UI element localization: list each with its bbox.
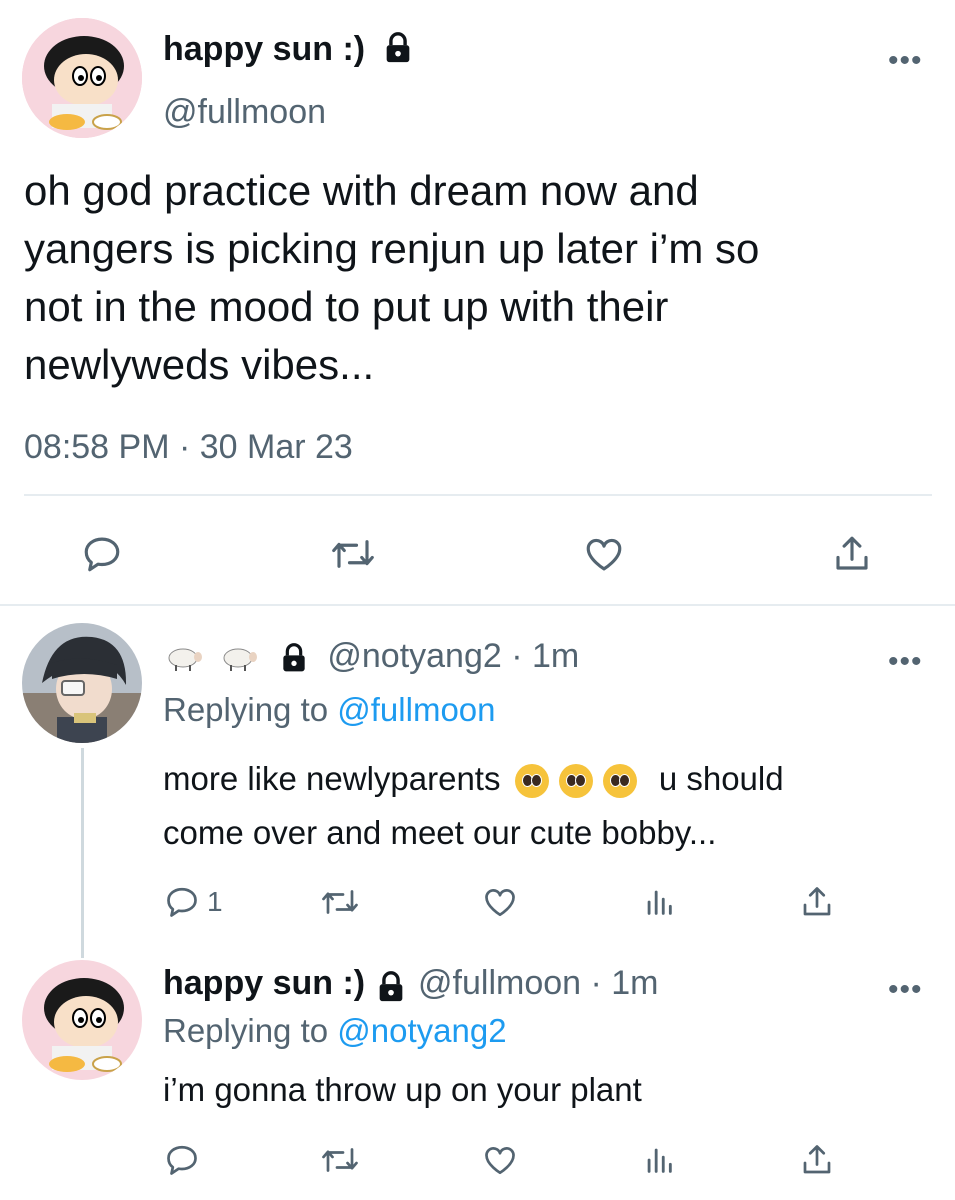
share-icon xyxy=(836,536,868,570)
retweet-button[interactable] xyxy=(328,533,378,575)
handle[interactable]: @fullmoon xyxy=(163,93,326,132)
tweet-timestamp[interactable]: 08:58 PM · 30 Mar 23 xyxy=(24,428,353,467)
reply-icon xyxy=(84,537,120,572)
replying-to: Replying to @fullmoon xyxy=(163,691,496,729)
reply-button[interactable]: 1 xyxy=(163,884,223,920)
tweet-text: oh god practice with dream now and yange… xyxy=(24,162,944,394)
retweet-button[interactable] xyxy=(318,884,362,920)
like-button[interactable] xyxy=(481,1142,519,1178)
avatar[interactable] xyxy=(22,18,142,138)
retweet-icon xyxy=(322,890,358,914)
display-name-text: happy sun :) xyxy=(163,30,366,68)
display-name: happy sun :) xyxy=(163,964,366,1002)
reply-count: 1 xyxy=(207,886,223,917)
lock-icon xyxy=(386,32,409,63)
avatar-image xyxy=(22,623,142,743)
pleading-face-emoji-icon xyxy=(558,764,593,799)
divider xyxy=(0,604,955,606)
share-icon xyxy=(803,1145,831,1174)
reply-button[interactable] xyxy=(80,533,124,575)
reply-text-line: come over and meet our cute bobby... xyxy=(163,814,717,851)
reply-header[interactable]: @notyang2 · 1m xyxy=(163,637,579,676)
divider xyxy=(24,494,932,496)
pleading-face-emoji-icon xyxy=(602,764,637,799)
share-button[interactable] xyxy=(830,533,874,575)
reply-text-part: u should xyxy=(658,760,784,797)
avatar[interactable] xyxy=(22,623,142,743)
reply-icon xyxy=(167,887,197,917)
tweet-text-line: newlyweds vibes... xyxy=(24,341,375,388)
retweet-button[interactable] xyxy=(318,1142,362,1178)
avatar-image xyxy=(22,18,142,138)
display-name[interactable]: happy sun :) xyxy=(163,30,415,69)
replying-to-label: Replying to xyxy=(163,1012,338,1049)
reply-icon xyxy=(167,1145,197,1175)
analytics-button[interactable] xyxy=(642,1142,676,1178)
pleading-face-emoji-icon xyxy=(514,764,549,799)
reply-text-part: more like newlyparents xyxy=(163,760,501,797)
reply-text: i’m gonna throw up on your plant xyxy=(163,1071,642,1108)
sheep-emoji-icon xyxy=(168,648,202,672)
replying-to-link[interactable]: @notyang2 xyxy=(337,1012,506,1049)
analytics-icon xyxy=(647,1148,672,1173)
retweet-icon xyxy=(322,1148,358,1172)
heart-icon xyxy=(485,1147,515,1175)
tweet-text-line: oh god practice with dream now and xyxy=(24,167,699,214)
reply-text: more like newlyparents u should come ove… xyxy=(163,752,943,860)
lock-icon xyxy=(379,970,402,1001)
more-options-icon[interactable]: ••• xyxy=(888,647,923,677)
more-options-icon[interactable]: ••• xyxy=(888,975,923,1005)
share-icon xyxy=(803,887,831,916)
retweet-icon xyxy=(332,540,374,568)
more-options-icon[interactable]: ••• xyxy=(888,46,923,76)
thread-line xyxy=(81,748,84,958)
replying-to: Replying to @notyang2 xyxy=(163,1012,507,1050)
tweet-text-line: not in the mood to put up with their xyxy=(24,283,669,330)
handle-time: @notyang2 · 1m xyxy=(327,637,580,675)
tweet-text-line: yangers is picking renjun up later i’m s… xyxy=(24,225,760,272)
handle-time: @fullmoon · 1m xyxy=(418,964,659,1002)
analytics-icon xyxy=(647,890,672,915)
reply-button[interactable] xyxy=(163,1142,201,1178)
heart-icon xyxy=(485,889,515,917)
reply-header[interactable]: happy sun :) @fullmoon · 1m xyxy=(163,964,659,1004)
replying-to-label: Replying to xyxy=(163,691,338,728)
share-button[interactable] xyxy=(798,1142,836,1178)
lock-icon xyxy=(283,643,305,672)
like-button[interactable] xyxy=(481,884,519,920)
avatar[interactable] xyxy=(22,960,142,1080)
heart-icon xyxy=(586,538,622,571)
sheep-emoji-icon xyxy=(223,648,258,672)
analytics-button[interactable] xyxy=(642,884,676,920)
avatar-image xyxy=(22,960,142,1080)
like-button[interactable] xyxy=(582,533,626,575)
share-button[interactable] xyxy=(798,884,836,920)
replying-to-link[interactable]: @fullmoon xyxy=(337,691,495,728)
